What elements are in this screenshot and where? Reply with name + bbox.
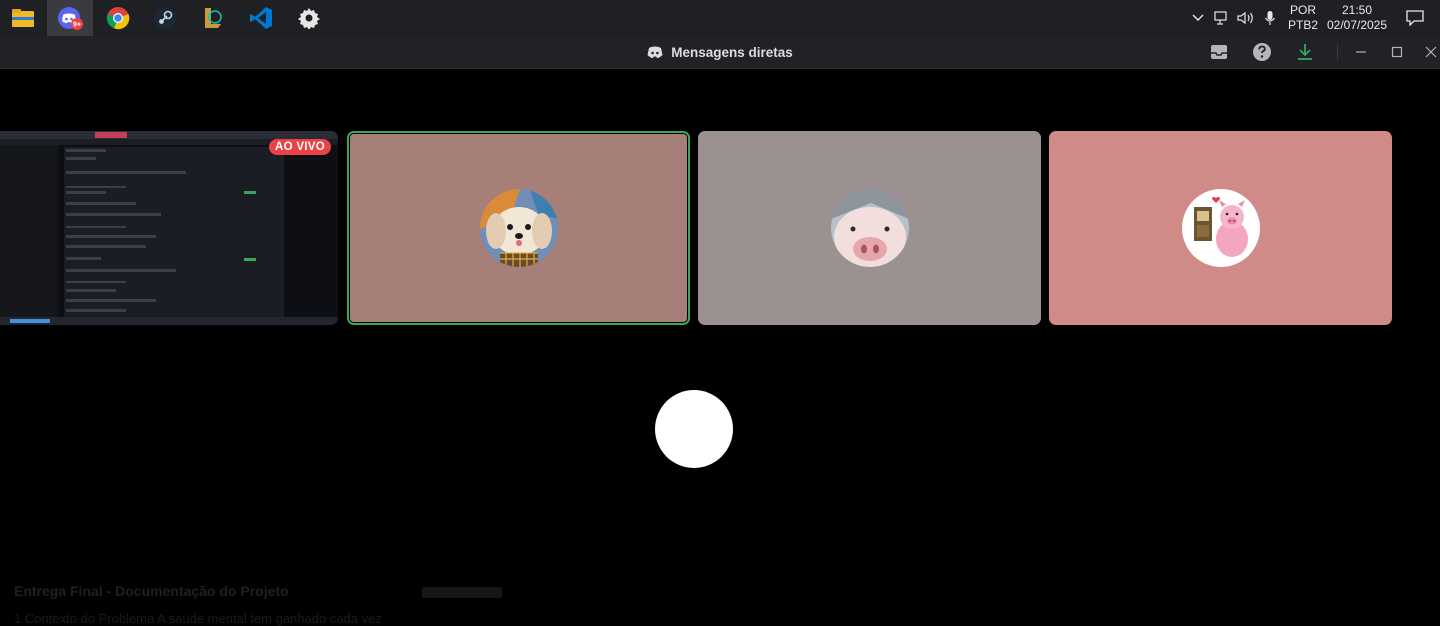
background-document-title: Entrega Final - Documentação do Projeto xyxy=(14,583,289,599)
help-button[interactable] xyxy=(1245,36,1279,68)
screen-share-tile[interactable]: AO VIVO xyxy=(0,131,338,325)
maximize-icon xyxy=(1391,46,1403,58)
avatar-cartoon-pig xyxy=(1181,189,1260,267)
close-button[interactable] xyxy=(1414,36,1440,68)
input-language[interactable]: POR PTB2 xyxy=(1282,3,1324,33)
taskbar-league[interactable] xyxy=(190,0,236,36)
focused-participant-avatar[interactable] xyxy=(655,390,733,468)
keyboard-layout: PTB2 xyxy=(1287,18,1318,32)
window-titlebar: Mensagens diretas xyxy=(0,36,1440,69)
download-update-button[interactable] xyxy=(1288,36,1322,68)
live-badge: AO VIVO xyxy=(268,139,331,155)
participant-tile-1[interactable] xyxy=(347,131,690,325)
taskbar-file-explorer[interactable] xyxy=(0,0,46,36)
inbox-button[interactable] xyxy=(1202,36,1236,68)
help-icon xyxy=(1253,43,1271,61)
league-of-legends-icon xyxy=(205,8,222,28)
minimize-icon xyxy=(1356,51,1366,53)
settings-icon xyxy=(298,8,320,29)
inbox-icon xyxy=(1211,45,1227,59)
microphone-icon[interactable] xyxy=(1258,0,1282,36)
chrome-icon xyxy=(106,7,130,30)
taskbar-chrome[interactable] xyxy=(95,0,141,36)
notifications-icon[interactable] xyxy=(1390,0,1440,36)
discord-badge: 9+ xyxy=(73,22,81,29)
avatar-dog xyxy=(479,189,558,267)
background-chip xyxy=(422,587,502,598)
system-tray: POR PTB2 21:50 02/07/2025 xyxy=(1186,0,1440,36)
network-icon[interactable] xyxy=(1210,0,1234,36)
close-icon xyxy=(1425,46,1437,58)
titlebar-divider xyxy=(1337,44,1338,60)
taskbar: 9+ POR PTB2 21:50 02/07/2025 xyxy=(0,0,1440,36)
maximize-button[interactable] xyxy=(1380,36,1414,68)
participant-tile-3[interactable] xyxy=(1049,131,1392,325)
discord-logo-icon xyxy=(647,46,663,58)
participant-tile-2[interactable] xyxy=(698,131,1041,325)
screen-share-preview xyxy=(0,131,338,325)
clock-date: 02/07/2025 xyxy=(1326,18,1388,32)
background-document-line: 1 Contexto do Problema A saúde mental te… xyxy=(14,611,382,626)
download-icon xyxy=(1298,44,1312,60)
minimize-button[interactable] xyxy=(1344,36,1378,68)
vscode-icon xyxy=(250,7,272,29)
clock-time: 21:50 xyxy=(1341,3,1373,17)
window-title-text: Mensagens diretas xyxy=(671,44,793,60)
taskbar-discord[interactable]: 9+ xyxy=(47,0,93,36)
volume-icon[interactable] xyxy=(1234,0,1258,36)
file-explorer-icon xyxy=(12,9,34,27)
clock[interactable]: 21:50 02/07/2025 xyxy=(1324,3,1390,33)
taskbar-settings[interactable] xyxy=(286,0,332,36)
steam-icon xyxy=(154,7,176,29)
avatar-pig-face xyxy=(830,189,909,267)
discord-icon: 9+ xyxy=(58,7,83,30)
taskbar-steam[interactable] xyxy=(142,0,188,36)
language-code: POR xyxy=(1289,3,1316,17)
taskbar-vscode[interactable] xyxy=(238,0,284,36)
tray-overflow-chevron-icon[interactable] xyxy=(1186,0,1210,36)
